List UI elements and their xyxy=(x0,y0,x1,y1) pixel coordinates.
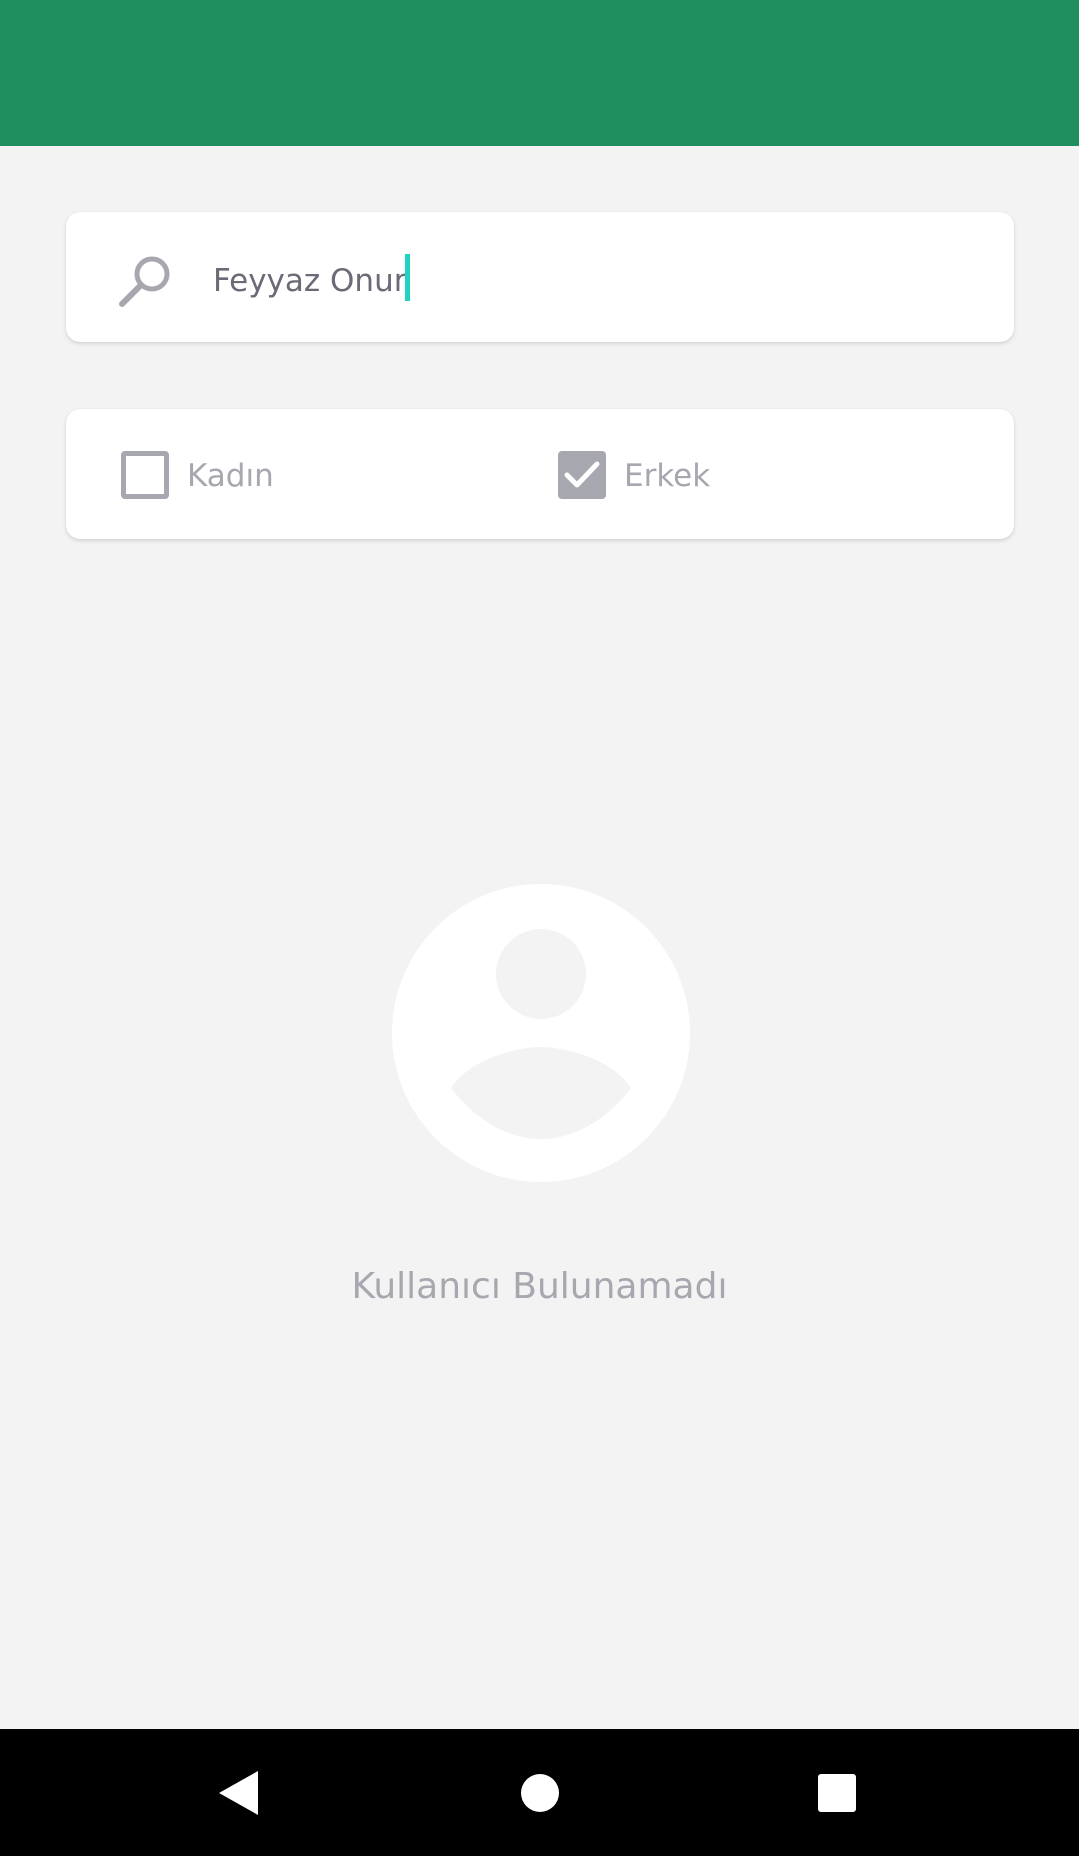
male-checkbox[interactable] xyxy=(558,451,606,499)
text-caret xyxy=(405,254,410,301)
app-bar xyxy=(0,0,1079,146)
search-input[interactable] xyxy=(213,250,973,312)
home-circle-icon[interactable] xyxy=(510,1763,570,1823)
search-icon xyxy=(116,252,174,310)
female-checkbox[interactable] xyxy=(121,451,169,499)
user-avatar-icon xyxy=(392,884,690,1182)
back-triangle-icon[interactable] xyxy=(210,1763,270,1823)
no-user-found-message: Kullanıcı Bulunamadı xyxy=(351,1266,728,1307)
female-checkbox-label[interactable]: Kadın xyxy=(187,454,274,498)
check-icon xyxy=(564,461,600,488)
recents-square-icon[interactable] xyxy=(807,1763,867,1823)
male-checkbox-label[interactable]: Erkek xyxy=(624,454,710,498)
